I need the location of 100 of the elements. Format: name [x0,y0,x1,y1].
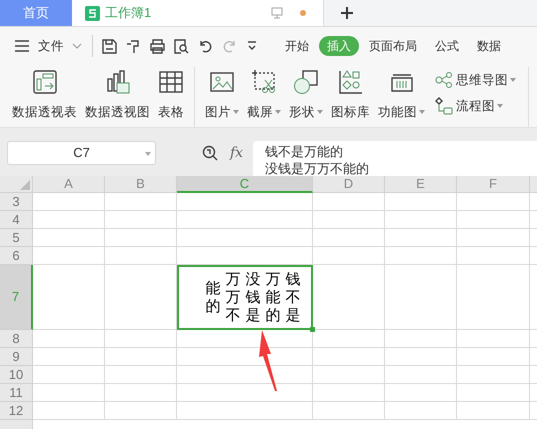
table-cell[interactable] [385,330,457,348]
table-cell[interactable] [105,402,177,420]
ribbon-button[interactable]: 形状 [289,103,323,122]
print-icon[interactable] [150,38,165,54]
table-cell[interactable] [313,265,385,330]
menu-icon[interactable] [14,39,30,53]
table-cell[interactable] [457,330,530,348]
table-cell[interactable] [177,229,313,247]
row-header[interactable]: 10 [0,366,33,384]
table-cell[interactable] [385,211,457,229]
row-header[interactable]: 9 [0,348,33,366]
table-cell[interactable] [457,348,530,366]
select-all-icon[interactable] [20,180,30,190]
row-header[interactable]: 6 [0,247,33,265]
table-cell[interactable] [313,247,385,265]
table-cell[interactable] [313,330,385,348]
table-cell[interactable] [33,384,105,402]
row-header[interactable]: 11 [0,384,33,402]
screenshot-icon[interactable] [251,69,277,95]
shapes-icon[interactable] [293,69,319,95]
column-header[interactable]: E [385,176,457,193]
function-icon[interactable]: fx [230,143,244,164]
zoom-icon[interactable] [202,145,218,161]
document-tab[interactable]: 工作簿1 [72,0,324,26]
table-cell[interactable] [33,330,105,348]
table-cell[interactable] [105,193,177,211]
table-cell[interactable] [457,402,530,420]
table-cell[interactable] [457,366,530,384]
table-cell[interactable] [385,384,457,402]
table-cell[interactable] [105,366,177,384]
ribbon-button[interactable]: 图片 [205,103,239,122]
ribbon-button[interactable]: 数据透视图 [85,103,150,122]
ribbon-button[interactable]: 表格 [158,103,184,122]
row-header[interactable]: 12 [0,402,33,420]
table-cell[interactable] [385,247,457,265]
column-header[interactable]: D [313,176,385,193]
table-cell[interactable] [385,193,457,211]
monitor-icon[interactable] [271,7,283,19]
column-header[interactable]: B [105,176,177,193]
file-menu[interactable]: 文件 [38,36,64,56]
row-header[interactable]: 3 [0,193,33,211]
table-cell[interactable] [105,384,177,402]
table-cell[interactable] [105,330,177,348]
table-cell[interactable] [313,193,385,211]
table-cell[interactable] [313,229,385,247]
flowchart-icon[interactable] [435,97,453,116]
table-cell[interactable] [33,211,105,229]
column-header[interactable] [530,176,537,193]
ribbon-button[interactable]: 数据透视表 [12,103,77,122]
table-cell[interactable] [313,348,385,366]
table-cell[interactable] [457,211,530,229]
undo-icon[interactable] [198,38,213,54]
pivot-table-icon[interactable] [32,69,58,95]
row-header[interactable]: 8 [0,330,33,348]
table-cell[interactable] [385,265,457,330]
row-header[interactable]: 4 [0,211,33,229]
table-cell[interactable] [33,402,105,420]
table-cell[interactable] [177,211,313,229]
table-cell[interactable] [177,402,313,420]
redo-icon[interactable] [222,38,237,54]
table-cell[interactable] [313,211,385,229]
table-cell[interactable] [33,265,105,330]
ribbon-tab[interactable]: 数据 [469,36,509,56]
table-cell[interactable] [457,193,530,211]
table-cell[interactable] [33,366,105,384]
table-cell[interactable] [457,229,530,247]
table-cell[interactable] [313,366,385,384]
table-cell[interactable] [313,402,385,420]
ribbon-button[interactable]: 功能图 [378,103,425,122]
column-header[interactable]: F [457,176,530,193]
ribbon-tab[interactable]: 公式 [427,36,467,56]
formula-field[interactable]: 钱不是万能的 没钱是万万不能的 [253,141,537,179]
ribbon-button[interactable]: 思维导图 [456,71,516,90]
table-cell[interactable] [105,247,177,265]
table-cell[interactable] [33,193,105,211]
name-box[interactable]: C7 [7,141,156,165]
table-cell[interactable] [105,229,177,247]
table-cell[interactable] [457,265,530,330]
table-cell[interactable] [457,384,530,402]
fill-handle[interactable] [310,327,315,332]
ribbon-button[interactable]: 截屏 [247,103,281,122]
table-cell[interactable] [385,366,457,384]
ribbon-tab[interactable]: 开始 [277,36,317,56]
table-icon[interactable] [158,69,184,95]
table-cell[interactable] [33,229,105,247]
table-cell[interactable] [385,348,457,366]
ribbon-button[interactable]: 流程图 [456,96,503,116]
table-cell[interactable] [33,247,105,265]
table-cell[interactable] [177,193,313,211]
pivot-chart-icon[interactable] [104,69,130,95]
home-tab[interactable]: 首页 [0,0,72,26]
save-icon[interactable] [102,38,117,54]
table-cell[interactable] [313,384,385,402]
table-cell[interactable] [105,348,177,366]
table-cell[interactable] [457,247,530,265]
ribbon-button[interactable]: 图标库 [331,103,370,122]
new-tab-icon[interactable] [340,6,354,20]
mind-map-icon[interactable] [435,71,453,90]
column-header[interactable]: A [33,176,105,193]
print-preview-icon[interactable] [174,38,189,54]
